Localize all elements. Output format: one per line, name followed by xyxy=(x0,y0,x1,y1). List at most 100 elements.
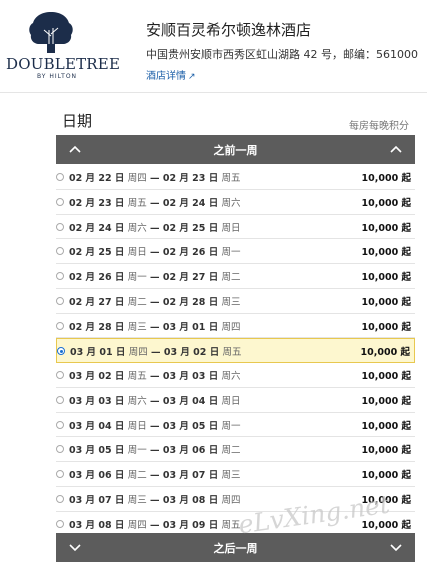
hotel-name: 安顺百灵希尔顿逸林酒店 xyxy=(146,21,312,39)
stay-radio[interactable] xyxy=(56,420,64,429)
points-value: 10,000 起 xyxy=(361,173,411,184)
hotel-details-label: 酒店详情 xyxy=(146,71,186,82)
checkout-weekday: 周三 xyxy=(221,470,241,481)
checkout-weekday: 周五 xyxy=(221,519,241,531)
stay-row[interactable]: 02 月 22 日 周四 — 02 月 23 日 周五 10,000 起 xyxy=(56,165,415,190)
stay-row[interactable]: 03 月 03 日 周六 — 03 月 04 日 周日 10,000 起 xyxy=(56,388,415,413)
points-value: 10,000 起 xyxy=(361,222,411,234)
checkout-date: 03 月 09 日 xyxy=(162,519,219,531)
points-value: 10,000 起 xyxy=(361,371,411,382)
stay-row[interactable]: 03 月 06 日 周二 — 03 月 07 日 周三 10,000 起 xyxy=(56,462,415,487)
checkout-weekday: 周五 xyxy=(221,173,241,184)
stay-dates: 03 月 02 日 周五 — 03 月 03 日 周六 xyxy=(69,371,241,382)
checkin-weekday: 周四 xyxy=(127,519,147,531)
stay-dates: 02 月 28 日 周三 — 03 月 01 日 周四 xyxy=(69,321,241,333)
points-value: 10,000 起 xyxy=(361,321,411,333)
checkin-weekday: 周二 xyxy=(127,296,147,308)
checkout-date: 03 月 07 日 xyxy=(162,470,219,481)
checkout-weekday: 周二 xyxy=(221,445,241,457)
checkout-date: 02 月 24 日 xyxy=(162,197,219,209)
stay-radio[interactable] xyxy=(56,470,64,478)
stay-row[interactable]: 02 月 28 日 周三 — 03 月 01 日 周四 10,000 起 xyxy=(56,314,415,339)
stay-dates: 02 月 22 日 周四 — 02 月 23 日 周五 xyxy=(69,173,241,184)
checkin-date: 03 月 08 日 xyxy=(69,519,125,531)
checkin-date: 03 月 01 日 xyxy=(70,347,126,359)
stay-radio[interactable] xyxy=(56,272,64,280)
hotel-details-link[interactable]: 酒店详情 ↗ xyxy=(146,67,196,82)
next-week-label: 之后一周 xyxy=(213,542,258,555)
stay-row[interactable]: 03 月 07 日 周三 — 03 月 08 日 周四 10,000 起 xyxy=(56,487,415,512)
checkin-weekday: 周五 xyxy=(127,197,147,209)
stay-dates: 02 月 25 日 周日 — 02 月 26 日 周一 xyxy=(69,247,241,259)
stay-radio[interactable] xyxy=(56,445,64,454)
next-week-button[interactable]: 之后一周 xyxy=(56,533,415,562)
stay-radio[interactable] xyxy=(56,247,64,256)
stay-radio[interactable] xyxy=(56,296,64,305)
checkin-weekday: 周五 xyxy=(127,371,147,382)
checkin-date: 02 月 28 日 xyxy=(69,321,125,333)
stay-dates: 03 月 04 日 周日 — 03 月 05 日 周一 xyxy=(69,420,241,432)
points-value: 10,000 起 xyxy=(361,420,411,432)
stay-dates: 03 月 07 日 周三 — 03 月 08 日 周四 xyxy=(69,494,241,506)
stay-dates: 03 月 01 日 周四 — 03 月 02 日 周五 xyxy=(70,347,242,359)
points-value: 10,000 起 xyxy=(361,470,411,481)
points-value: 10,000 起 xyxy=(361,494,411,506)
checkout-date: 02 月 26 日 xyxy=(162,247,219,259)
prev-week-label: 之前一周 xyxy=(213,144,258,157)
checkin-date: 02 月 27 日 xyxy=(69,296,125,308)
checkout-weekday: 周日 xyxy=(221,395,241,407)
stay-row[interactable]: 02 月 26 日 周一 — 02 月 27 日 周二 10,000 起 xyxy=(56,264,415,289)
stay-radio[interactable] xyxy=(56,371,64,379)
stay-row[interactable]: 02 月 24 日 周六 — 02 月 25 日 周日 10,000 起 xyxy=(56,215,415,240)
prev-week-button[interactable]: 之前一周 xyxy=(56,135,415,164)
checkin-date: 03 月 03 日 xyxy=(69,395,125,407)
stay-radio[interactable] xyxy=(56,222,64,231)
checkin-weekday: 周三 xyxy=(127,494,147,506)
stay-row[interactable]: 03 月 04 日 周日 — 03 月 05 日 周一 10,000 起 xyxy=(56,413,415,438)
checkout-date: 02 月 25 日 xyxy=(162,222,219,234)
hotel-address: 中国贵州安顺市西秀区虹山湖路 42 号，邮编：561000 xyxy=(146,48,418,61)
checkout-date: 02 月 23 日 xyxy=(162,173,219,184)
stay-row[interactable]: 03 月 01 日 周四 — 03 月 02 日 周五 10,000 起 xyxy=(56,338,415,363)
checkout-date: 03 月 02 日 xyxy=(163,347,220,359)
points-value: 10,000 起 xyxy=(360,347,410,359)
checkout-weekday: 周一 xyxy=(221,247,241,259)
points-value: 10,000 起 xyxy=(361,519,411,531)
date-section-title: 日期 xyxy=(62,112,93,130)
checkin-date: 02 月 26 日 xyxy=(69,272,125,283)
points-value: 10,000 起 xyxy=(361,395,411,407)
stay-row[interactable]: 02 月 23 日 周五 — 02 月 24 日 周六 10,000 起 xyxy=(56,190,415,215)
points-value: 10,000 起 xyxy=(361,247,411,259)
logo-wordmark: DOUBLETREE xyxy=(6,55,121,73)
checkout-weekday: 周一 xyxy=(221,420,241,432)
stay-radio[interactable] xyxy=(56,197,64,206)
checkout-date: 02 月 28 日 xyxy=(162,296,219,308)
stay-radio[interactable] xyxy=(56,494,64,503)
checkin-weekday: 周六 xyxy=(127,395,147,407)
checkin-date: 02 月 23 日 xyxy=(69,197,125,209)
stay-dates: 02 月 24 日 周六 — 02 月 25 日 周日 xyxy=(69,222,241,234)
stay-row[interactable]: 02 月 27 日 周二 — 02 月 28 日 周三 10,000 起 xyxy=(56,289,415,314)
stay-radio[interactable] xyxy=(56,519,64,528)
checkout-weekday: 周四 xyxy=(221,321,241,333)
stay-dates: 02 月 27 日 周二 — 02 月 28 日 周三 xyxy=(69,296,241,308)
stay-radio[interactable] xyxy=(56,173,64,181)
stay-radio[interactable] xyxy=(56,321,64,330)
checkout-date: 03 月 03 日 xyxy=(162,371,219,382)
stay-row[interactable]: 03 月 05 日 周一 — 03 月 06 日 周二 10,000 起 xyxy=(56,437,415,462)
checkin-weekday: 周二 xyxy=(127,470,147,481)
checkout-date: 03 月 04 日 xyxy=(162,395,219,407)
logo-subtitle: BY HILTON xyxy=(37,73,78,80)
checkin-weekday: 周一 xyxy=(127,272,147,283)
doubletree-logo[interactable]: DOUBLETREE BY HILTON xyxy=(2,10,132,82)
checkout-weekday: 周三 xyxy=(221,296,241,308)
checkout-weekday: 周四 xyxy=(221,494,241,506)
stay-radio[interactable] xyxy=(57,347,65,356)
stay-row[interactable]: 02 月 25 日 周日 — 02 月 26 日 周一 10,000 起 xyxy=(56,239,415,264)
stay-dates: 03 月 08 日 周四 — 03 月 09 日 周五 xyxy=(69,519,241,531)
checkout-date: 03 月 06 日 xyxy=(162,445,219,457)
checkin-date: 03 月 06 日 xyxy=(69,470,125,481)
checkin-weekday: 周三 xyxy=(127,321,147,333)
stay-radio[interactable] xyxy=(56,395,64,404)
stay-row[interactable]: 03 月 02 日 周五 — 03 月 03 日 周六 10,000 起 xyxy=(56,363,415,388)
